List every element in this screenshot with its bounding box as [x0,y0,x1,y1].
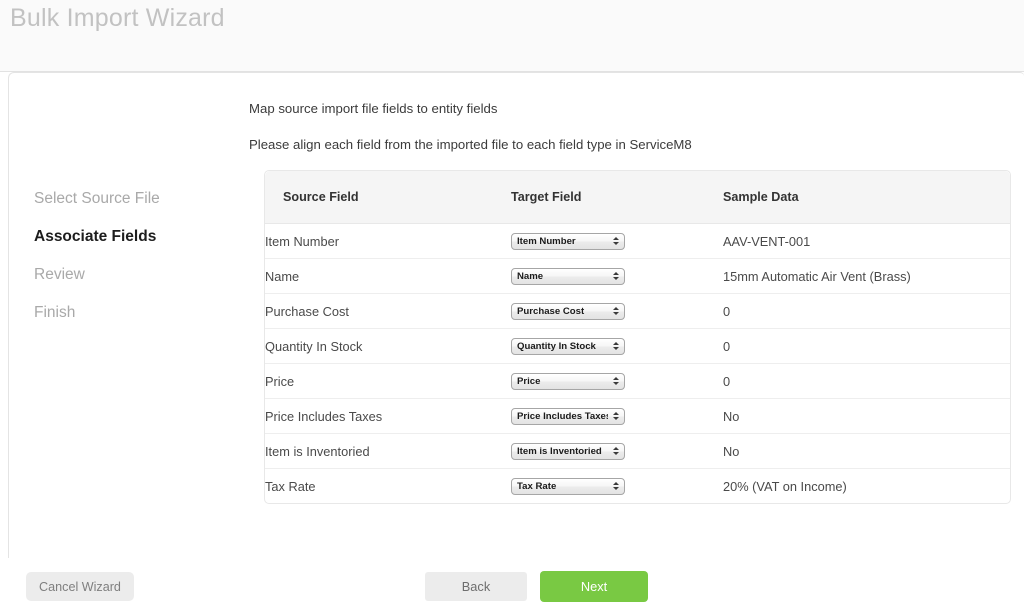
table-row: Item Number Item Number AAV-VENT-001 [265,224,1010,259]
target-field-select[interactable]: Price [511,373,625,390]
target-field-select[interactable]: Price Includes Taxes [511,408,625,425]
source-field-label: Quantity In Stock [265,329,511,364]
column-header-sample-data: Sample Data [723,171,1010,224]
target-field-select[interactable]: Quantity In Stock [511,338,625,355]
chevron-up-down-icon [612,234,620,249]
source-field-label: Purchase Cost [265,294,511,329]
sample-data-value: No [723,399,1010,434]
target-field-cell: Item Number [511,224,723,259]
field-mapping-table: Source Field Target Field Sample Data It… [264,170,1011,504]
chevron-up-down-icon [612,479,620,494]
target-field-select-value: Price [517,374,608,389]
wizard-step-associate-fields[interactable]: Associate Fields [34,228,234,245]
target-field-cell: Purchase Cost [511,294,723,329]
page-header: Bulk Import Wizard [0,0,1024,72]
target-field-select-value: Quantity In Stock [517,339,608,354]
sample-data-value: 15mm Automatic Air Vent (Brass) [723,259,1010,294]
source-field-label: Item Number [265,224,511,259]
target-field-select[interactable]: Name [511,268,625,285]
target-field-cell: Quantity In Stock [511,329,723,364]
instruction-line-1: Map source import file fields to entity … [249,101,692,117]
target-field-cell: Tax Rate [511,469,723,504]
source-field-label: Tax Rate [265,469,511,504]
target-field-cell: Price Includes Taxes [511,399,723,434]
chevron-up-down-icon [612,339,620,354]
table-row: Price Includes Taxes Price Includes Taxes… [265,399,1010,434]
column-header-target-field: Target Field [511,171,723,224]
sample-data-value: AAV-VENT-001 [723,224,1010,259]
source-field-label: Price Includes Taxes [265,399,511,434]
target-field-cell: Price [511,364,723,399]
column-header-source-field: Source Field [265,171,511,224]
target-field-select-value: Name [517,269,608,284]
target-field-cell: Item is Inventoried [511,434,723,469]
sample-data-value: 0 [723,364,1010,399]
target-field-select-value: Purchase Cost [517,304,608,319]
target-field-select-value: Tax Rate [517,479,608,494]
target-field-select-value: Item Number [517,234,608,249]
target-field-select[interactable]: Item Number [511,233,625,250]
table-row: Tax Rate Tax Rate 20% (VAT on Income) [265,469,1010,504]
table-row: Purchase Cost Purchase Cost 0 [265,294,1010,329]
table-header-row: Source Field Target Field Sample Data [265,171,1010,224]
table-row: Name Name 15mm Automatic Air Vent (Brass) [265,259,1010,294]
chevron-up-down-icon [612,409,620,424]
table-row: Price Price 0 [265,364,1010,399]
instruction-line-2: Please align each field from the importe… [249,137,692,153]
source-field-label: Price [265,364,511,399]
sample-data-value: 0 [723,329,1010,364]
page-title: Bulk Import Wizard [10,4,225,33]
source-field-label: Name [265,259,511,294]
target-field-select[interactable]: Item is Inventoried [511,443,625,460]
cancel-wizard-button[interactable]: Cancel Wizard [26,572,134,601]
chevron-up-down-icon [612,304,620,319]
chevron-up-down-icon [612,269,620,284]
sample-data-value: No [723,434,1010,469]
target-field-select-value: Item is Inventoried [517,444,608,459]
sample-data-value: 20% (VAT on Income) [723,469,1010,504]
target-field-select[interactable]: Purchase Cost [511,303,625,320]
target-field-select[interactable]: Tax Rate [511,478,625,495]
instructions-block: Map source import file fields to entity … [249,101,692,173]
target-field-cell: Name [511,259,723,294]
sample-data-value: 0 [723,294,1010,329]
chevron-up-down-icon [612,374,620,389]
wizard-steps: Select Source File Associate Fields Revi… [34,190,234,342]
target-field-select-value: Price Includes Taxes [517,409,608,424]
wizard-step-finish[interactable]: Finish [34,304,234,321]
table-row: Item is Inventoried Item is Inventoried No [265,434,1010,469]
wizard-step-select-source-file[interactable]: Select Source File [34,190,234,207]
table-row: Quantity In Stock Quantity In Stock 0 [265,329,1010,364]
wizard-step-review[interactable]: Review [34,266,234,283]
chevron-up-down-icon [612,444,620,459]
next-button[interactable]: Next [540,571,648,602]
source-field-label: Item is Inventoried [265,434,511,469]
back-button[interactable]: Back [425,572,527,601]
